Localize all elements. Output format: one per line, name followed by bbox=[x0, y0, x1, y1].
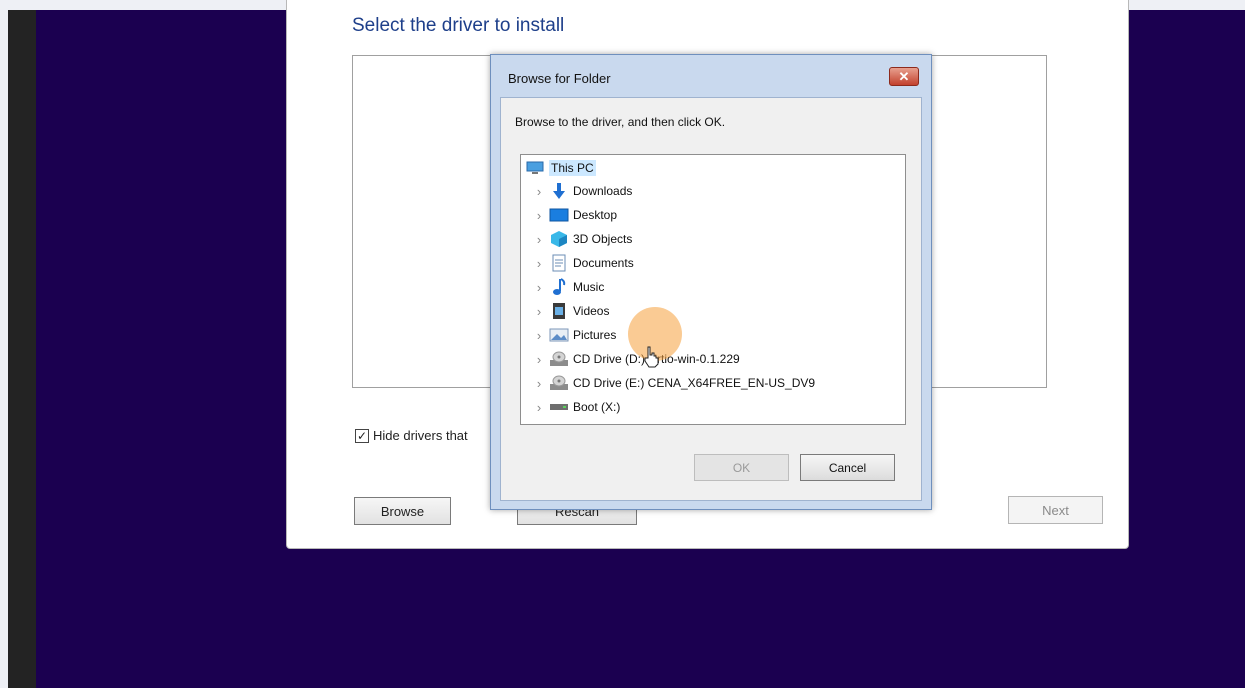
tree-item-label: Desktop bbox=[573, 208, 618, 222]
browse-button[interactable]: Browse bbox=[354, 497, 451, 525]
dialog-client-area: Browse to the driver, and then click OK.… bbox=[500, 97, 922, 501]
download-icon bbox=[549, 182, 569, 200]
chevron-right-icon[interactable]: › bbox=[529, 208, 549, 223]
tree-item-videos[interactable]: › Videos bbox=[529, 300, 609, 322]
chevron-right-icon[interactable]: › bbox=[529, 376, 549, 391]
hide-drivers-checkbox[interactable]: ✓ bbox=[355, 428, 369, 443]
folder-tree[interactable]: This PC › Downloads › Desktop › 3D Objec… bbox=[520, 154, 906, 425]
tree-item-boot-x[interactable]: › Boot (X:) bbox=[529, 396, 621, 418]
cube-icon bbox=[549, 230, 569, 248]
tree-item-label: Downloads bbox=[573, 184, 633, 198]
chevron-right-icon[interactable]: › bbox=[529, 184, 549, 199]
picture-icon bbox=[549, 326, 569, 344]
chevron-right-icon[interactable]: › bbox=[529, 328, 549, 343]
tree-item-pictures[interactable]: › Pictures bbox=[529, 324, 617, 346]
drive-icon bbox=[549, 398, 569, 416]
dialog-title: Browse for Folder bbox=[508, 71, 611, 86]
tree-item-this-pc[interactable]: This PC bbox=[525, 157, 596, 179]
chevron-right-icon[interactable]: › bbox=[529, 232, 549, 247]
cd-drive-icon bbox=[549, 374, 569, 392]
hide-drivers-label: Hide drivers that bbox=[373, 428, 468, 443]
tree-item-music[interactable]: › Music bbox=[529, 276, 604, 298]
document-icon bbox=[549, 254, 569, 272]
dialog-instruction: Browse to the driver, and then click OK. bbox=[515, 115, 726, 129]
tree-item-documents[interactable]: › Documents bbox=[529, 252, 634, 274]
page-title: Select the driver to install bbox=[352, 15, 565, 36]
close-icon[interactable]: ✕ bbox=[889, 67, 919, 86]
tree-item-label: Boot (X:) bbox=[573, 400, 621, 414]
pc-icon bbox=[525, 159, 545, 177]
chevron-right-icon[interactable]: › bbox=[529, 352, 549, 367]
chevron-right-icon[interactable]: › bbox=[529, 400, 549, 415]
dialog-titlebar[interactable]: Browse for Folder ✕ bbox=[491, 55, 931, 97]
hide-drivers-row[interactable]: ✓ Hide drivers that bbox=[355, 428, 468, 443]
browse-for-folder-dialog: Browse for Folder ✕ Browse to the driver… bbox=[490, 54, 932, 510]
desktop-icon bbox=[549, 206, 569, 224]
left-side-bar bbox=[8, 10, 36, 688]
tree-item-label: 3D Objects bbox=[573, 232, 633, 246]
cancel-button[interactable]: Cancel bbox=[800, 454, 895, 481]
tree-item-label: CD Drive (E:) CENA_X64FREE_EN-US_DV9 bbox=[573, 376, 816, 390]
tree-item-3d-objects[interactable]: › 3D Objects bbox=[529, 228, 632, 250]
tree-item-label: Music bbox=[573, 280, 605, 294]
left-edge bbox=[0, 10, 8, 688]
tree-item-label: Pictures bbox=[573, 328, 617, 342]
chevron-right-icon[interactable]: › bbox=[529, 304, 549, 319]
tree-item-desktop[interactable]: › Desktop bbox=[529, 204, 617, 226]
tree-item-label: Documents bbox=[573, 256, 634, 270]
video-icon bbox=[549, 302, 569, 320]
tree-item-cd-drive-e[interactable]: › CD Drive (E:) CENA_X64FREE_EN-US_DV9 bbox=[529, 372, 815, 394]
next-button[interactable]: Next bbox=[1008, 496, 1103, 524]
cd-drive-icon bbox=[549, 350, 569, 368]
chevron-right-icon[interactable]: › bbox=[529, 280, 549, 295]
tree-item-downloads[interactable]: › Downloads bbox=[529, 180, 632, 202]
music-icon bbox=[549, 278, 569, 296]
chevron-right-icon[interactable]: › bbox=[529, 256, 549, 271]
tree-item-label: This PC bbox=[549, 160, 596, 176]
hand-cursor-icon bbox=[643, 346, 659, 373]
ok-button[interactable]: OK bbox=[694, 454, 789, 481]
tree-item-label: Videos bbox=[573, 304, 610, 318]
